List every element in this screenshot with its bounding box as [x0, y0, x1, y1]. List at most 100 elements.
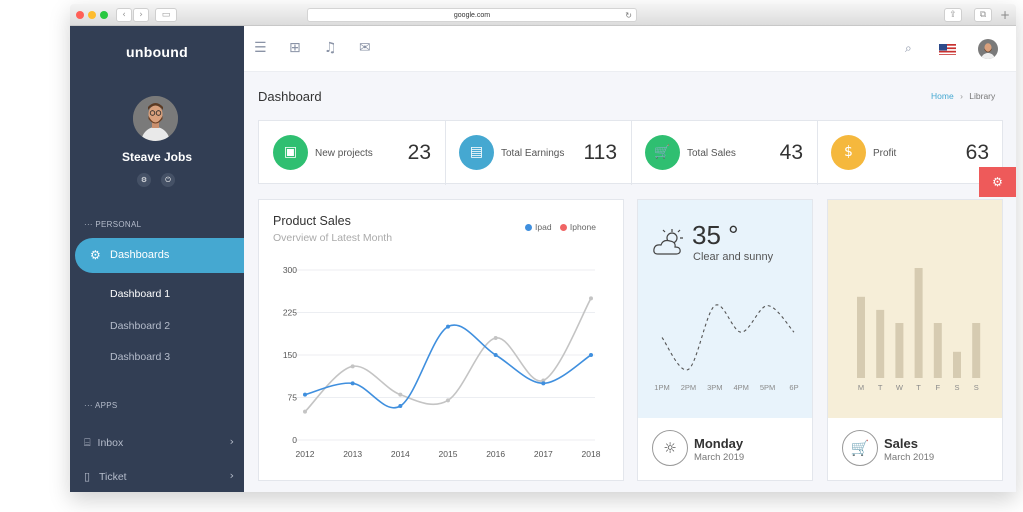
- page-title: Dashboard: [258, 89, 322, 104]
- data-point-iphone: [446, 398, 450, 403]
- product-sales-chart: 0 75 150 225 300 2012 2013 2014 2015 2016 2017 2018: [283, 265, 601, 459]
- data-point-iphone: [303, 409, 307, 414]
- search-icon[interactable]: ⌕: [905, 40, 912, 56]
- back-button[interactable]: ‹: [116, 8, 132, 22]
- weather-date: March 2019: [694, 452, 745, 463]
- x-tick-label: 2016: [486, 449, 505, 459]
- weather-card: 35 ° Clear and sunny 1PM 2PM 3PM 4PM 5PM 6P ☼…: [637, 199, 813, 481]
- data-point-iphone: [589, 296, 593, 301]
- x-tick-label: 3PM: [707, 383, 722, 392]
- data-point-ipad: [493, 353, 498, 357]
- sidebar-subitem-dashboard-1[interactable]: Dashboard 1: [110, 288, 170, 300]
- data-point-ipad: [589, 353, 593, 357]
- url-text: google.com: [453, 12, 491, 19]
- user-name[interactable]: Steave Jobs: [70, 150, 244, 164]
- stat-label: New projects: [315, 148, 373, 159]
- x-tick-label: W: [896, 383, 904, 392]
- stat-profit[interactable]: $ Profit 63: [817, 121, 1003, 185]
- y-tick-label: 0: [292, 435, 297, 445]
- sidebar-item-label: Inbox: [97, 437, 124, 449]
- x-tick-label: 4PM: [733, 383, 748, 392]
- x-tick-label: 2017: [534, 449, 553, 459]
- weekly-sales-chart: MTWTFSS: [857, 268, 981, 392]
- brand-logo[interactable]: unbound: [70, 44, 244, 60]
- stat-label: Profit: [873, 148, 897, 159]
- power-icon[interactable]: ⏻: [161, 173, 175, 187]
- x-tick-label: S: [974, 383, 979, 392]
- data-point-ipad: [446, 324, 450, 329]
- x-tick-label: M: [858, 383, 864, 392]
- sidebar-toggle-icon[interactable]: ▭: [155, 8, 177, 22]
- new-tab-icon[interactable]: +: [1000, 8, 1010, 22]
- sidebar-subitem-dashboard-3[interactable]: Dashboard 3: [110, 351, 170, 363]
- wallet-icon: ▤: [459, 135, 494, 170]
- product-sales-card: Product Sales Overview of Latest Month I…: [258, 199, 624, 481]
- forward-button[interactable]: ›: [133, 8, 149, 22]
- top-navbar: ☰ ⊞ ♫ ✉ ⌕: [244, 26, 1016, 72]
- tabs-icon[interactable]: ⧉: [974, 8, 992, 22]
- breadcrumb: Home › Library: [931, 91, 995, 101]
- reload-icon[interactable]: ↻: [625, 9, 632, 22]
- data-point-ipad: [350, 381, 355, 386]
- data-point-ipad: [398, 404, 403, 408]
- stat-label: Total Sales: [687, 148, 736, 159]
- section-apps: ··· APPS: [84, 401, 118, 410]
- data-point-iphone: [493, 336, 498, 340]
- us-flag-icon[interactable]: [939, 43, 956, 55]
- data-point-ipad: [541, 381, 546, 386]
- user-avatar[interactable]: [133, 96, 178, 141]
- bar: [895, 323, 904, 378]
- dashboard-icon: ⚙: [90, 248, 101, 262]
- cart-icon: 🛒: [842, 430, 878, 466]
- zoom-window-button[interactable]: [100, 11, 108, 19]
- x-tick-label: S: [954, 383, 959, 392]
- sales-panel: MTWTFSS: [828, 200, 1002, 418]
- stat-new-projects[interactable]: ▣ New projects 23: [259, 121, 445, 185]
- x-tick-label: 2015: [439, 449, 458, 459]
- bar: [933, 323, 942, 378]
- bar: [876, 309, 885, 378]
- sidebar-item-inbox[interactable]: ⌸ Inbox ›: [84, 435, 234, 450]
- sales-date: March 2019: [884, 452, 935, 463]
- stat-total-sales[interactable]: 🛒 Total Sales 43: [631, 121, 817, 185]
- breadcrumb-home[interactable]: Home: [931, 91, 954, 101]
- sales-title: Sales: [884, 436, 918, 451]
- sales-card: M T W T F S S 🛒 Sales March 2019: [827, 199, 1003, 481]
- data-point-iphone: [398, 392, 403, 397]
- mail-icon[interactable]: ✉: [359, 40, 371, 56]
- series-line-ipad: [304, 324, 592, 409]
- sidebar-item-ticket[interactable]: ▯ Ticket ›: [84, 469, 234, 483]
- minimize-window-button[interactable]: [88, 11, 96, 19]
- x-tick-label: 2PM: [681, 383, 696, 392]
- x-tick-label: 1PM: [654, 383, 669, 392]
- x-tick-label: T: [916, 383, 921, 392]
- browser-window: ‹ › ▭ google.com ↻ ⇪ ⧉ + unbound Steave …: [70, 4, 1016, 492]
- browser-toolbar: ‹ › ▭ google.com ↻ ⇪ ⧉ +: [70, 4, 1016, 26]
- sidebar-subitem-dashboard-2[interactable]: Dashboard 2: [110, 320, 170, 332]
- stat-total-earnings[interactable]: ▤ Total Earnings 113: [445, 121, 631, 185]
- x-tick-label: 6P: [789, 383, 798, 392]
- sidebar-item-label: Dashboards: [110, 249, 170, 261]
- data-point-ipad: [303, 392, 307, 397]
- stat-value: 23: [407, 141, 431, 164]
- close-window-button[interactable]: [76, 11, 84, 19]
- stat-label: Total Earnings: [501, 148, 565, 159]
- ticket-icon: ▯: [84, 470, 91, 483]
- profile-avatar[interactable]: [978, 39, 998, 59]
- sidebar-item-dashboards[interactable]: ⚙ Dashboards: [75, 238, 244, 273]
- settings-icon[interactable]: ⚙: [137, 173, 151, 187]
- bar: [857, 296, 865, 378]
- breadcrumb-current: Library: [969, 91, 996, 101]
- menu-icon[interactable]: ☰: [254, 40, 267, 56]
- sidebar-item-label: Ticket: [98, 471, 127, 483]
- stats-row: ▣ New projects 23 ▤ Total Earnings 113 🛒…: [258, 120, 1003, 185]
- stat-value: 43: [779, 141, 803, 164]
- share-icon[interactable]: ⇪: [944, 8, 962, 22]
- settings-gear-button[interactable]: ⚙: [979, 167, 1016, 197]
- gift-icon[interactable]: ⊞: [289, 40, 301, 56]
- y-tick-label: 150: [283, 350, 297, 360]
- weather-day: Monday: [694, 436, 744, 451]
- address-bar[interactable]: google.com ↻: [307, 8, 637, 22]
- x-tick-label: F: [936, 383, 941, 392]
- bell-icon[interactable]: ♫: [324, 40, 337, 56]
